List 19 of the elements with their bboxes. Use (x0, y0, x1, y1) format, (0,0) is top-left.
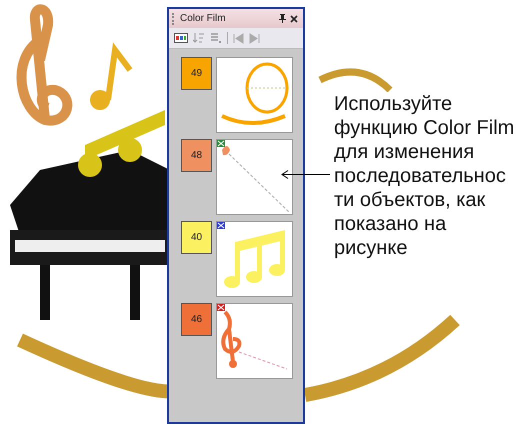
first-icon[interactable] (233, 32, 244, 44)
object-thumbnail[interactable] (216, 139, 293, 215)
last-icon[interactable] (249, 32, 260, 44)
pointer-arrow (281, 170, 331, 179)
object-thumbnail[interactable] (216, 221, 293, 297)
color-swatch[interactable]: 40 (181, 221, 212, 254)
grip-icon[interactable] (172, 12, 176, 24)
palette-icon[interactable] (174, 33, 188, 43)
color-swatch[interactable]: 49 (181, 57, 212, 90)
color-swatch[interactable]: 48 (181, 139, 212, 172)
pin-icon[interactable] (279, 14, 286, 23)
list-icon[interactable] (210, 32, 222, 44)
object-thumbnail[interactable] (216, 303, 293, 379)
object-thumbnail[interactable] (216, 57, 293, 133)
note-drawing (90, 42, 132, 110)
close-icon[interactable] (290, 14, 298, 22)
color-swatch[interactable]: 46 (181, 303, 212, 336)
panel-title: Color Film (180, 13, 227, 24)
sort-icon[interactable] (193, 32, 205, 44)
